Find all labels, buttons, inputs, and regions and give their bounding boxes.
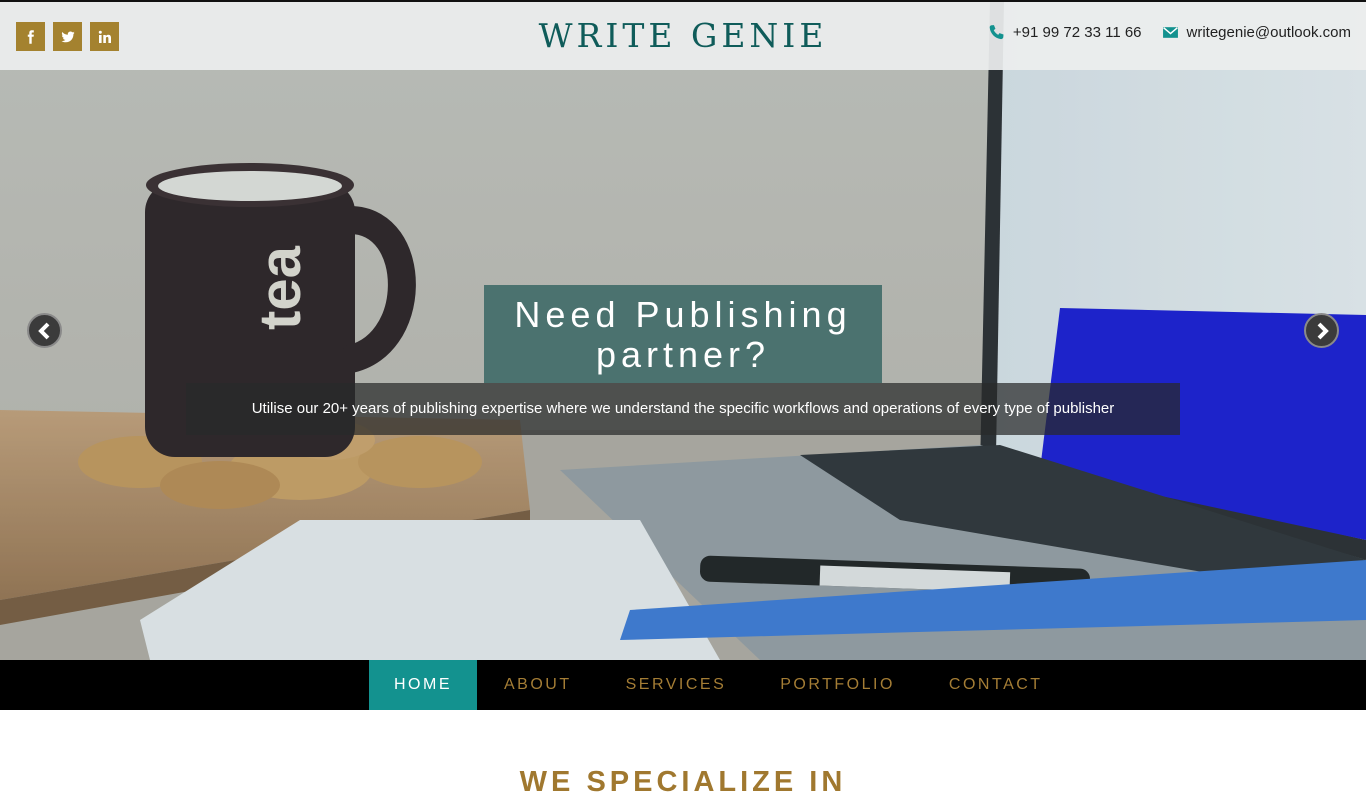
phone-contact: +91 99 72 33 11 66 — [988, 24, 1142, 41]
main-navigation: HOME ABOUT SERVICES PORTFOLIO CONTACT — [0, 660, 1366, 710]
nav-item-contact[interactable]: CONTACT — [922, 660, 1070, 710]
hero-carousel: tea Need Publishing partner? Utilise our… — [0, 0, 1366, 660]
nav-item-about[interactable]: ABOUT — [477, 660, 599, 710]
chevron-left-icon — [37, 322, 49, 339]
envelope-icon — [1162, 27, 1178, 38]
email-address[interactable]: writegenie@outlook.com — [1187, 24, 1351, 41]
nav-item-portfolio[interactable]: PORTFOLIO — [753, 660, 922, 710]
nav-item-home[interactable]: HOME — [369, 660, 477, 710]
email-contact: writegenie@outlook.com — [1162, 24, 1351, 41]
chevron-right-icon — [1317, 322, 1329, 339]
nav-item-services[interactable]: SERVICES — [599, 660, 754, 710]
section-heading: WE SPECIALIZE IN — [519, 766, 847, 798]
phone-number[interactable]: +91 99 72 33 11 66 — [1013, 24, 1142, 41]
phone-icon — [989, 25, 1004, 40]
carousel-subtitle: Utilise our 20+ years of publishing expe… — [186, 383, 1180, 435]
nav-menu: HOME ABOUT SERVICES PORTFOLIO CONTACT — [369, 660, 1070, 710]
carousel-prev-button[interactable] — [27, 313, 62, 348]
contact-info: +91 99 72 33 11 66 writegenie@outlook.co… — [988, 24, 1351, 41]
top-header-bar: WRITE GENIE +91 99 72 33 11 66 writegeni… — [0, 0, 1366, 70]
carousel-title: Need Publishing partner? — [484, 285, 882, 383]
carousel-title-line2: partner? — [595, 334, 771, 375]
carousel-next-button[interactable] — [1304, 313, 1339, 348]
carousel-title-line1: Need Publishing — [514, 294, 852, 335]
